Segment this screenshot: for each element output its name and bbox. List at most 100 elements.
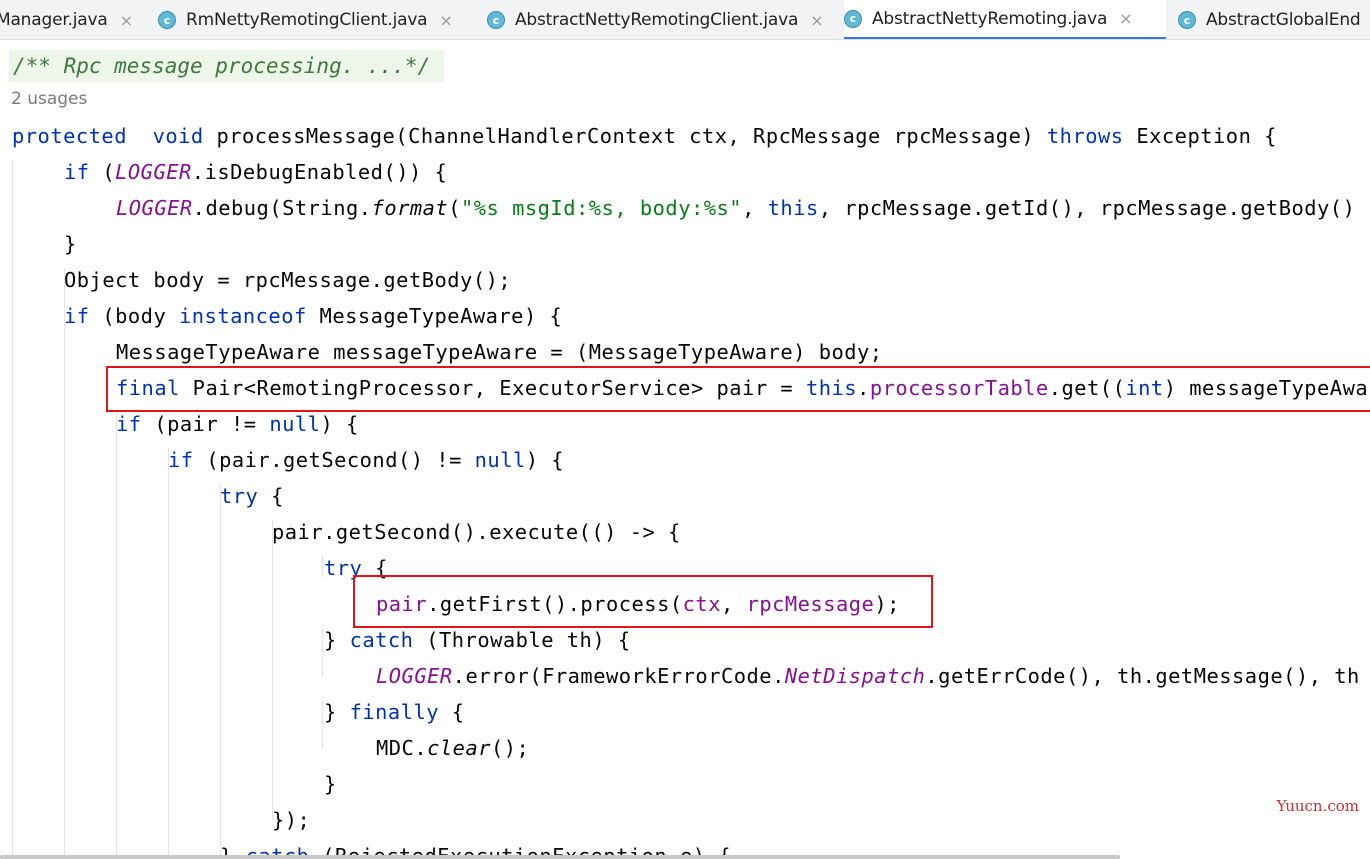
code-line[interactable]: MessageTypeAware messageTypeAware = (Mes…	[116, 334, 883, 370]
doc-comment[interactable]: /** Rpc message processing. ...*/	[9, 50, 444, 82]
code-token: null	[269, 412, 321, 436]
class-icon: c	[844, 9, 862, 28]
code-token: "%s msgId:%s, body:%s"	[461, 196, 743, 220]
code-token: }	[324, 628, 350, 652]
code-token: }	[64, 232, 77, 256]
indent-guide	[272, 520, 273, 820]
code-line[interactable]: });	[272, 802, 310, 838]
code-token: NetDispatch	[784, 664, 926, 688]
indent-guide	[168, 448, 169, 859]
code-token: clear	[427, 736, 491, 760]
code-token: (body	[89, 304, 179, 328]
tab-1[interactable]: Manager.java ×	[0, 0, 148, 39]
tab-label: Manager.java	[0, 10, 108, 30]
code-line[interactable]: MDC.clear();	[376, 730, 529, 766]
code-token: format	[371, 196, 449, 220]
indent-guide	[322, 700, 323, 748]
code-token: (	[448, 196, 461, 220]
code-token: .isDebugEnabled()) {	[191, 160, 448, 184]
usages-link[interactable]: 2 usages	[11, 89, 87, 109]
code-token: .getErrCode(), th.getMessage(), th	[925, 664, 1360, 688]
code-line[interactable]: try {	[220, 478, 284, 514]
code-token: (Throwable th) {	[413, 628, 631, 652]
code-token: null	[474, 448, 526, 472]
watermark: Yuucn.com	[1276, 797, 1359, 815]
code-line[interactable]: if (LOGGER.isDebugEnabled()) {	[64, 154, 447, 190]
code-token: if	[64, 304, 90, 328]
code-line[interactable]: if (body instanceof MessageTypeAware) {	[64, 298, 562, 334]
indent-guide	[322, 556, 323, 578]
code-editor[interactable]: /** Rpc message processing. ...*/ 2 usag…	[0, 40, 1370, 859]
close-icon[interactable]: ×	[1119, 9, 1132, 28]
code-token: (pair !=	[141, 412, 270, 436]
code-token: , rpcMessage.getId(), rpcMessage.getBody…	[818, 196, 1356, 220]
tab-label: AbstractNettyRemoting.java	[872, 8, 1108, 29]
code-token: MessageTypeAware messageTypeAware = (Mes…	[116, 340, 883, 364]
code-token: Object body = rpcMessage.getBody();	[64, 268, 512, 292]
code-token: MessageTypeAware) {	[306, 304, 563, 328]
code-token: pair.getSecond().execute(() -> {	[272, 520, 681, 544]
tab-label: AbstractGlobalEnd	[1206, 10, 1361, 30]
code-token: catch	[349, 628, 414, 652]
code-token: {	[258, 484, 284, 508]
horizontal-scrollbar[interactable]	[0, 855, 1120, 859]
editor-tab-bar: Manager.java × c RmNettyRemotingClient.java…	[0, 0, 1370, 40]
code-line[interactable]: } finally {	[324, 694, 465, 730]
code-token: Exception {	[1123, 124, 1277, 148]
code-token: (pair.getSecond() !=	[193, 448, 475, 472]
tab-4[interactable]: c AbstractNettyRemoting.java ×	[844, 0, 1166, 39]
code-token: .debug(String.	[192, 196, 372, 220]
code-token: this	[767, 196, 819, 220]
code-line[interactable]: }	[64, 226, 77, 262]
code-token: LOGGER	[376, 664, 453, 688]
indent-guide	[322, 628, 323, 676]
code-token: .error(FrameworkErrorCode.	[452, 664, 785, 688]
highlight-box-pair-declaration	[106, 366, 1370, 412]
class-icon: c	[1178, 11, 1196, 29]
code-token: processMessage(ChannelHandlerContext ctx…	[203, 124, 1047, 148]
code-token: finally	[349, 700, 439, 724]
code-token: MDC.	[376, 736, 428, 760]
indent-guide	[220, 484, 221, 859]
tab-2[interactable]: c RmNettyRemotingClient.java ×	[158, 0, 476, 39]
class-icon: c	[487, 11, 505, 29]
tab-3[interactable]: c AbstractNettyRemotingClient.java ×	[487, 0, 835, 39]
code-token: });	[272, 808, 311, 832]
indent-guide	[116, 412, 117, 859]
code-token: }	[324, 772, 337, 796]
code-token: if	[116, 412, 142, 436]
code-token: protected	[12, 124, 127, 148]
code-token: ) {	[525, 448, 565, 472]
class-icon: c	[158, 11, 176, 29]
tab-5[interactable]: c AbstractGlobalEnd	[1178, 0, 1370, 39]
code-line[interactable]: LOGGER.error(FrameworkErrorCode.NetDispa…	[376, 658, 1360, 694]
code-line[interactable]: protected void processMessage(ChannelHan…	[12, 118, 1277, 154]
code-token: LOGGER	[115, 160, 192, 184]
code-token: LOGGER	[116, 196, 193, 220]
code-token: try	[220, 484, 259, 508]
tab-label: AbstractNettyRemotingClient.java	[515, 10, 799, 30]
indent-guide	[64, 268, 65, 859]
code-line[interactable]: if (pair.getSecond() != null) {	[168, 442, 564, 478]
indent-guide	[12, 160, 13, 859]
code-token: (	[89, 160, 116, 184]
code-token: if	[168, 448, 194, 472]
close-icon[interactable]: ×	[120, 11, 133, 30]
code-token: }	[324, 700, 350, 724]
code-token: if	[64, 160, 90, 184]
code-token: void	[152, 124, 204, 148]
code-token: ) {	[320, 412, 359, 436]
close-icon[interactable]: ×	[439, 11, 452, 30]
code-line[interactable]: Object body = rpcMessage.getBody();	[64, 262, 511, 298]
code-token: ();	[491, 736, 530, 760]
tab-label: RmNettyRemotingClient.java	[186, 10, 428, 30]
code-token: instanceof	[179, 304, 307, 328]
code-token: throws	[1046, 124, 1124, 148]
close-icon[interactable]: ×	[810, 11, 823, 30]
code-line[interactable]: pair.getSecond().execute(() -> {	[272, 514, 681, 550]
highlight-box-process-call	[353, 575, 933, 628]
code-line[interactable]: }	[324, 766, 337, 802]
code-token: {	[439, 700, 465, 724]
code-line[interactable]: LOGGER.debug(String.format("%s msgId:%s,…	[116, 190, 1355, 226]
